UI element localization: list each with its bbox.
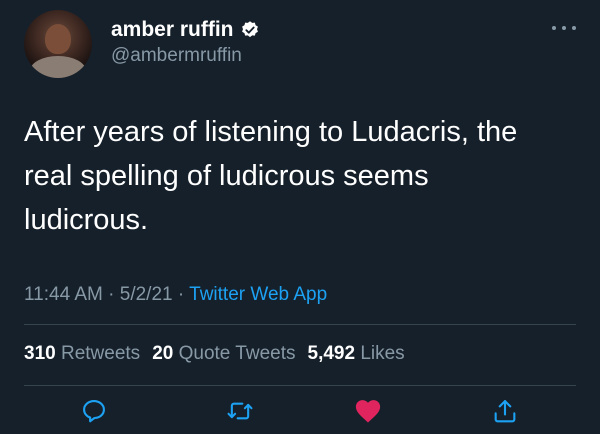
retweet-button[interactable] (225, 396, 255, 426)
divider (24, 324, 576, 325)
tweet-time[interactable]: 11:44 AM (24, 284, 103, 305)
share-button[interactable] (490, 396, 520, 426)
retweet-icon (227, 402, 253, 420)
like-button[interactable] (353, 396, 383, 426)
quotes-label: Quote Tweets (178, 343, 296, 364)
quotes-count: 20 (152, 343, 174, 364)
retweets-label: Retweets (60, 343, 141, 364)
likes-stat[interactable]: 5,492 Likes (308, 343, 405, 364)
user-handle[interactable]: @ambermruffin (111, 45, 242, 67)
avatar-face (45, 24, 71, 54)
avatar[interactable] (24, 10, 92, 78)
retweets-stat[interactable]: 310 Retweets (24, 343, 140, 364)
tweet-source-link[interactable]: Twitter Web App (189, 284, 327, 305)
avatar-shoulders (30, 56, 86, 78)
likes-count: 5,492 (307, 343, 356, 364)
reply-button[interactable] (79, 396, 109, 426)
user-name-row: amber ruffin (111, 18, 260, 42)
share-icon (494, 400, 516, 423)
tweet-date[interactable]: 5/2/21 (120, 284, 173, 305)
tweet-actions (0, 396, 600, 430)
more-options-icon[interactable] (552, 18, 576, 38)
reply-icon (83, 400, 105, 423)
quotes-stat[interactable]: 20 Quote Tweets (152, 343, 295, 364)
meta-separator: · (102, 284, 120, 305)
meta-separator: · (172, 284, 190, 305)
display-name[interactable]: amber ruffin (111, 18, 234, 42)
heart-icon (355, 400, 381, 423)
tweet-meta: 11:44 AM · 5/2/21 · Twitter Web App (24, 284, 327, 306)
divider (24, 385, 576, 386)
tweet-stats: 310 Retweets 20 Quote Tweets 5,492 Likes (24, 343, 405, 365)
verified-badge-icon (241, 21, 258, 38)
likes-label: Likes (360, 343, 405, 364)
tweet-text: After years of listening to Ludacris, th… (24, 116, 518, 236)
retweets-count: 310 (24, 343, 56, 364)
